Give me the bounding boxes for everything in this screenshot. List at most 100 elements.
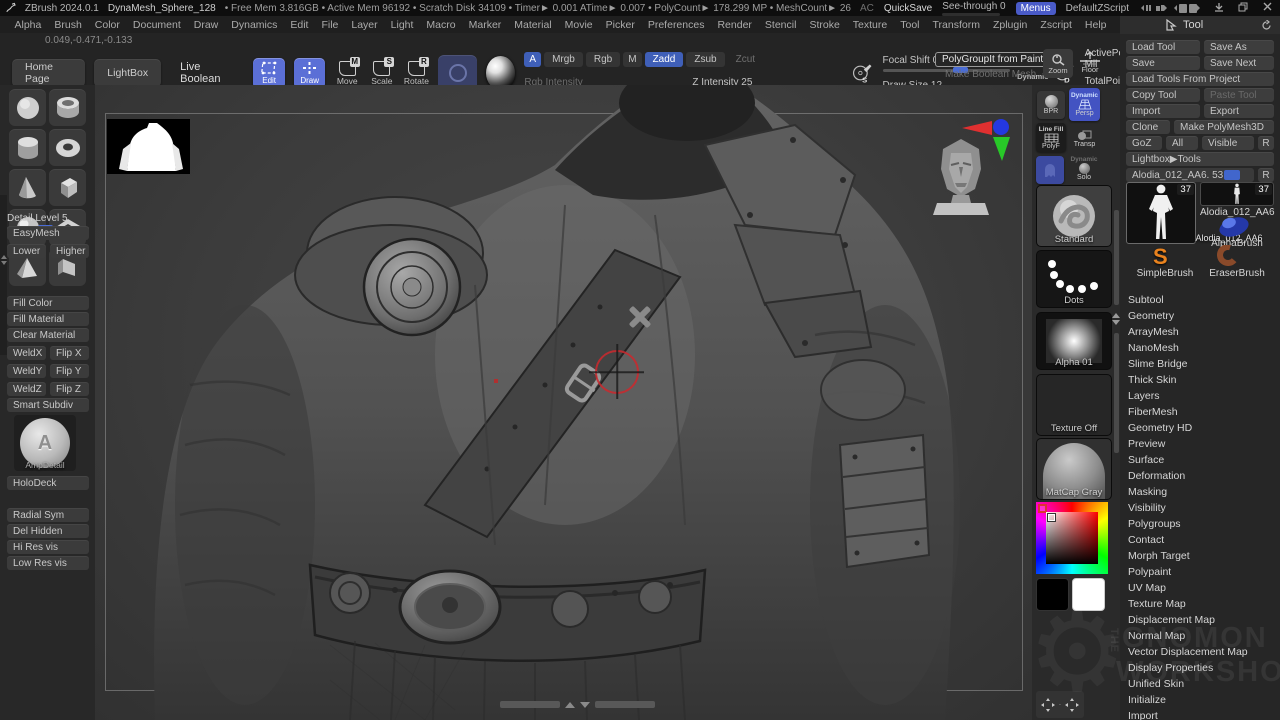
menus-button[interactable]: Menus [1016,2,1056,15]
fill-color-button[interactable]: Fill Color [7,296,89,310]
goz-visible-button[interactable]: Visible [1202,136,1254,150]
menu-item[interactable]: Brush [48,19,88,31]
lightbox-button[interactable]: LightBox [94,59,161,87]
menu-item[interactable]: Zplugin [986,19,1033,31]
tool-section-item[interactable]: Polypaint [1120,564,1280,580]
menu-item[interactable]: Light [384,19,420,31]
torus-icon[interactable] [49,129,86,166]
menu-item[interactable]: Preferences [641,19,711,31]
tool-section-item[interactable]: Display Properties [1120,660,1280,676]
load-tools-from-project-button[interactable]: Load Tools From Project [1126,72,1274,86]
goz-button[interactable]: GoZ [1126,136,1162,150]
mrgb-toggle[interactable]: Mrgb [544,52,583,67]
stroke-settings-icon[interactable]: S [851,60,873,86]
palette-cycle-icon[interactable] [1261,20,1272,31]
holodeck-button[interactable]: HoloDeck [7,476,89,490]
transp-button[interactable]: Transp [1070,126,1099,152]
tube-icon[interactable] [49,89,86,126]
rotate-mode-button[interactable]: R Rotate [404,61,430,86]
default-zscript-button[interactable]: DefaultZScript [1066,3,1129,14]
menu-item[interactable]: Render [711,19,758,31]
menu-item[interactable]: Draw [187,19,225,31]
tool-section-item[interactable]: Vector Displacement Map [1120,644,1280,660]
cone-icon[interactable] [9,169,46,206]
quickpick-r-button[interactable]: R [1258,168,1274,182]
export-button[interactable]: Export [1204,104,1274,118]
weldx-button[interactable]: WeldX [7,346,46,360]
menu-item[interactable]: Document [126,19,187,31]
copy-tool-button[interactable]: Copy Tool [1126,88,1200,102]
recent-tool-thumb[interactable]: 37 [1200,182,1274,206]
lower-button[interactable]: Lower [7,244,46,258]
alpha-thumb[interactable]: Alpha 01 [1036,312,1112,370]
quicksave-button[interactable]: QuickSave [884,3,932,14]
color-a-toggle[interactable]: A [524,52,541,67]
tool-section-item[interactable]: Layers [1120,388,1280,404]
tool-palette-header[interactable]: Tool [1120,16,1280,34]
goz-all-button[interactable]: All [1166,136,1198,150]
active-tool-thumb[interactable]: 37 Alodia_012_AA6 [1126,182,1196,244]
radial-sym-button[interactable]: Radial Sym [7,508,89,522]
sv-selector[interactable] [1048,514,1055,521]
tool-section-item[interactable]: Polygroups [1120,516,1280,532]
brush-column-scrollbar[interactable] [1113,210,1119,580]
flipz-button[interactable]: Flip Z [50,382,89,396]
line-fill-button[interactable]: Line Fill PolyF [1036,123,1066,152]
menu-item[interactable]: Picker [599,19,641,31]
polygroupit-tooltip[interactable]: PolyGroupIt from Paint [935,52,1050,67]
hi-res-vis-button[interactable]: Hi Res vis [7,540,89,554]
left-panel-scrollbar[interactable] [0,195,7,355]
tool-section-item[interactable]: Thick Skin [1120,372,1280,388]
weldz-button[interactable]: WeldZ [7,382,46,396]
higher-button[interactable]: Higher [50,244,89,258]
lightbox-tools-button[interactable]: Lightbox▶Tools [1126,152,1274,166]
tool-section-item[interactable]: Morph Target [1120,548,1280,564]
simplebrush-icon[interactable]: S [1150,245,1176,267]
current-brush-thumb[interactable]: Standard [1036,185,1112,247]
live-boolean-toggle[interactable]: Live Boolean [170,61,244,85]
menu-item[interactable]: Color [88,19,126,31]
clone-button[interactable]: Clone [1126,120,1170,134]
import-button[interactable]: Import [1126,104,1200,118]
tool-section-item[interactable]: Masking [1120,484,1280,500]
tool-section-item[interactable]: ArrayMesh [1120,324,1280,340]
menu-item[interactable]: Material [508,19,558,31]
menu-item[interactable]: Marker [462,19,508,31]
color-picker[interactable] [1036,502,1108,574]
minimize-button[interactable] [1212,2,1226,15]
ghost-button[interactable] [1036,156,1064,184]
menu-item[interactable]: Macro [420,19,462,31]
material-thumb[interactable]: MatCap Gray [1036,438,1112,500]
menu-item[interactable]: Edit [284,19,315,31]
menu-item[interactable]: Dynamics [225,19,284,31]
weldy-button[interactable]: WeldY [7,364,46,378]
menu-item[interactable]: Help [1078,19,1113,31]
menu-item[interactable]: File [315,19,345,31]
edit-mode-button[interactable]: Edit [253,58,285,89]
tool-section-item[interactable]: Initialize [1120,692,1280,708]
del-hidden-button[interactable]: Del Hidden [7,524,89,538]
tool-section-item[interactable]: Slime Bridge [1120,356,1280,372]
close-button[interactable] [1260,2,1274,14]
layout-preset-icons[interactable] [1139,3,1202,14]
tool-section-item[interactable]: Preview [1120,436,1280,452]
menu-item[interactable]: Zscript [1034,19,1079,31]
restore-button[interactable] [1236,2,1250,15]
easymesh-button[interactable]: EasyMesh [7,226,89,240]
flipy-button[interactable]: Flip Y [50,364,89,378]
tool-section-item[interactable]: Visibility [1120,500,1280,516]
scroll-bar-left[interactable] [500,701,560,708]
canvas-scrollbar[interactable] [500,701,655,708]
tool-section-item[interactable]: Geometry HD [1120,420,1280,436]
load-tool-button[interactable]: Load Tool [1126,40,1200,54]
zcut-toggle[interactable]: Zcut [728,52,763,67]
cylinder-icon[interactable] [9,129,46,166]
menu-item[interactable]: Stroke [803,19,846,31]
dynamic-solo-button[interactable]: Dynamic Solo [1069,153,1099,184]
save-as-button[interactable]: Save As [1204,40,1274,54]
save-button[interactable]: Save [1126,56,1200,70]
menu-item[interactable]: Alpha [8,19,48,31]
rgb-toggle[interactable]: Rgb [586,52,620,67]
tool-section-item[interactable]: UV Map [1120,580,1280,596]
alphabrush-icon[interactable] [1214,215,1254,237]
